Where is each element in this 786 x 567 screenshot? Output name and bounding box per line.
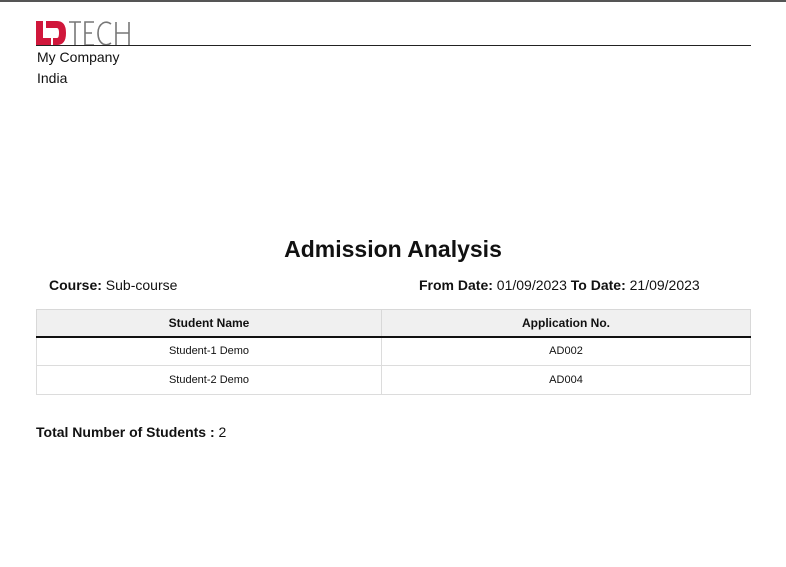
from-date-label: From Date:: [419, 277, 493, 293]
company-name: My Company: [37, 49, 120, 65]
total-students: Total Number of Students : 2: [36, 424, 226, 440]
company-country: India: [37, 70, 68, 86]
table-header-row: Student Name Application No.: [36, 309, 751, 338]
course-filter: Course: Sub-course: [49, 277, 177, 293]
column-header-student-name: Student Name: [36, 309, 382, 338]
table-row: Student-2 Demo AD004: [36, 365, 751, 395]
students-table: Student Name Application No. Student-1 D…: [36, 309, 751, 395]
column-header-application-no: Application No.: [381, 309, 751, 338]
student-name-cell: Student-2 Demo: [36, 365, 382, 395]
report-title: Admission Analysis: [284, 236, 502, 262]
to-date-value: 21/09/2023: [629, 277, 700, 293]
to-date-label: To Date:: [570, 277, 626, 293]
from-date-value: 01/09/2023: [496, 277, 567, 293]
header-divider: [36, 45, 751, 46]
total-value: 2: [218, 424, 227, 440]
student-name-cell: Student-1 Demo: [36, 336, 382, 366]
table-row: Student-1 Demo AD002: [36, 336, 751, 366]
top-border: [0, 0, 786, 2]
date-range: From Date: 01/09/2023 To Date: 21/09/202…: [419, 277, 700, 293]
application-no-cell: AD002: [381, 336, 751, 366]
company-logo: [36, 21, 130, 46]
application-no-cell: AD004: [381, 365, 751, 395]
course-label: Course:: [49, 277, 102, 293]
course-value: Sub-course: [105, 277, 178, 293]
total-label: Total Number of Students :: [36, 424, 215, 440]
company-address: My Company India: [37, 47, 119, 89]
